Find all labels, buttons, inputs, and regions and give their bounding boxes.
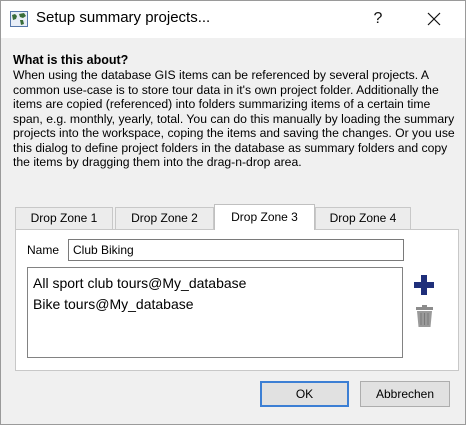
name-label: Name [27,243,60,257]
close-button[interactable] [419,5,449,33]
drop-area-list[interactable]: All sport club tours@My_database Bike to… [27,267,403,358]
plus-icon [414,275,434,295]
name-input[interactable] [68,239,404,261]
drop-zone-panel: Name All sport club tours@My_database Bi… [15,229,459,371]
app-icon [10,11,28,27]
list-item[interactable]: All sport club tours@My_database [28,273,402,294]
list-item[interactable]: Bike tours@My_database [28,294,402,315]
cancel-button[interactable]: Abbrechen [360,381,450,407]
tab-drop-zone-4[interactable]: Drop Zone 4 [315,207,411,229]
drop-zone-tabs: Drop Zone 1 Drop Zone 2 Drop Zone 3 Drop… [15,204,415,230]
info-description: When using the database GIS items can be… [13,68,455,169]
tab-drop-zone-1[interactable]: Drop Zone 1 [15,207,113,229]
info-heading: What is this about? [13,53,129,67]
help-button[interactable]: ? [365,5,391,33]
tab-drop-zone-2[interactable]: Drop Zone 2 [115,207,214,229]
close-icon [427,12,441,26]
window-title: Setup summary projects... [36,9,211,26]
title-bar: Setup summary projects... ? [1,1,465,38]
setup-summary-dialog: Setup summary projects... ? What is this… [0,0,466,425]
remove-project-button[interactable] [414,305,435,328]
trash-icon [416,305,433,327]
ok-button[interactable]: OK [260,381,349,407]
add-project-button[interactable] [413,274,435,296]
tab-drop-zone-3[interactable]: Drop Zone 3 [214,204,315,230]
